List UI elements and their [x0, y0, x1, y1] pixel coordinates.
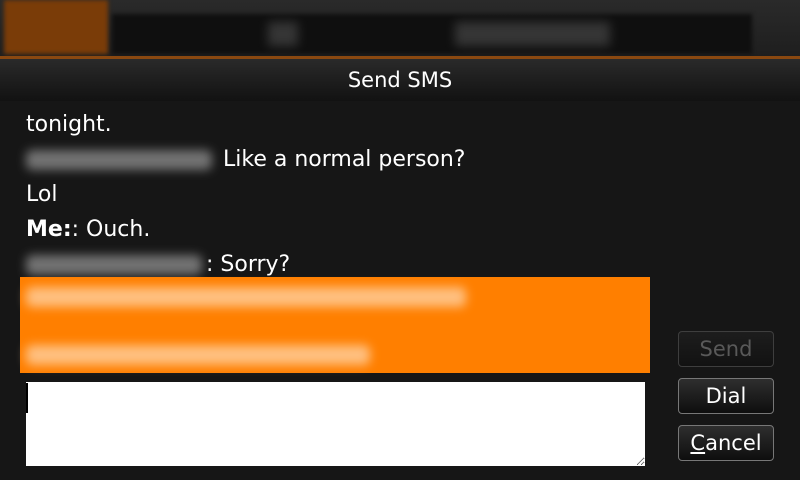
background-blurred-text: [455, 22, 610, 46]
blurred-message-line: [26, 287, 466, 307]
conversation-history: tonight. Like a normal person? Lol Me: :…: [26, 107, 646, 282]
sms-compose-input[interactable]: [26, 382, 645, 466]
selected-message[interactable]: [20, 277, 650, 373]
background-window: [0, 0, 800, 58]
cancel-button-label: ancel: [705, 431, 762, 455]
cancel-button-accelerator: C: [690, 431, 706, 455]
dial-button[interactable]: Dial: [678, 378, 774, 414]
message-text: : Ouch.: [71, 217, 151, 242]
background-blurred-text: [268, 22, 298, 46]
screen: Send SMS tonight. Like a normal person? …: [0, 0, 800, 480]
background-status-bar: [112, 14, 752, 54]
dialog-title: Send SMS: [347, 68, 453, 92]
dial-button-label: Dial: [705, 384, 747, 408]
blurred-message-line: [26, 345, 370, 365]
dialog-header: Send SMS: [0, 59, 800, 101]
send-button-label: Send: [699, 337, 753, 361]
send-button[interactable]: Send: [678, 331, 774, 367]
text-caret: [26, 383, 28, 413]
message-line: Me: : Ouch.: [26, 212, 646, 247]
background-orange-tile: [4, 0, 108, 54]
message-line: tonight.: [26, 107, 646, 142]
blurred-sender-name: [26, 254, 202, 275]
send-sms-dialog: Send SMS tonight. Like a normal person? …: [0, 59, 800, 480]
blurred-sender-name: [26, 149, 212, 170]
sender-label-me: Me:: [26, 217, 72, 242]
message-text: tonight.: [26, 112, 112, 137]
message-line: Lol: [26, 177, 646, 212]
message-text: Lol: [26, 182, 58, 207]
message-text: Like a normal person?: [216, 147, 466, 172]
cancel-button[interactable]: Cancel: [678, 425, 774, 461]
message-line: Like a normal person?: [26, 142, 646, 177]
